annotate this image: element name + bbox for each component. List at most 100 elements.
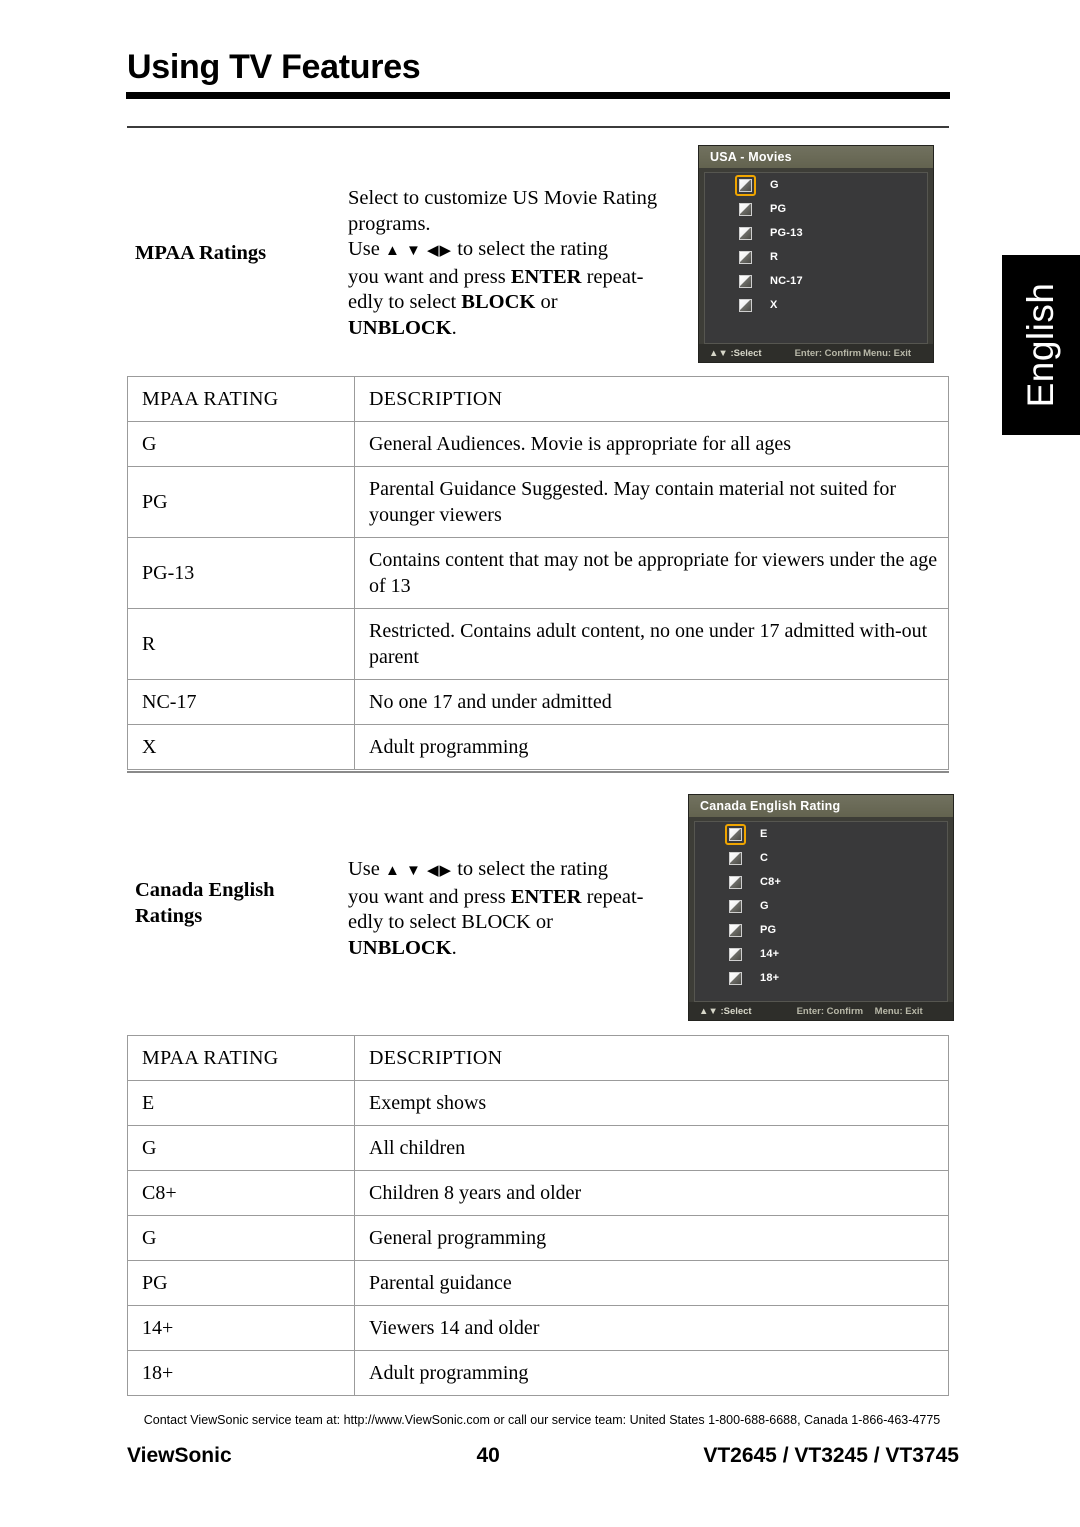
canada-unblock-keyword: UNBLOCK (348, 936, 452, 959)
table-row: R Restricted. Contains adult content, no… (127, 608, 949, 680)
language-tab-english: English (1002, 255, 1080, 435)
checkbox-icon[interactable] (739, 298, 752, 312)
arrow-left-icon: ◀ (426, 243, 440, 259)
table-header-description: DESCRIPTION (354, 376, 949, 422)
osd-item-g[interactable]: G (705, 173, 927, 197)
osd-item-label: G (760, 900, 769, 912)
checkbox-icon[interactable] (729, 851, 742, 865)
canada-label-line1: Canada English (135, 879, 275, 901)
checkbox-icon[interactable] (729, 899, 742, 913)
table-cell-description: Contains content that may not be appropr… (354, 537, 949, 609)
mpaa-unblock-keyword: UNBLOCK (348, 316, 452, 339)
checkbox-focus-ring (725, 823, 746, 845)
table-header-row: MPAA RATING DESCRIPTION (127, 376, 949, 422)
table-row: C8+ Children 8 years and older (127, 1170, 949, 1216)
mpaa-line4b: repeat- (581, 265, 644, 288)
table-row: X Adult programming (127, 724, 949, 770)
osd-canada-list: E C C8+ G PG 14+ 18+ (694, 821, 948, 1002)
osd-item-r[interactable]: R (705, 245, 927, 269)
checkbox-focus-ring (725, 848, 746, 869)
osd-item-nc-17[interactable]: NC-17 (705, 269, 927, 293)
arrow-left-icon: ◀ (426, 863, 440, 879)
table-row: PG Parental guidance (127, 1260, 949, 1306)
canada-after-arrows: to select the rating (457, 858, 609, 880)
checkbox-icon[interactable] (729, 923, 742, 937)
mpaa-period-1: . (451, 316, 457, 339)
osd-item-label: E (760, 828, 768, 840)
checkbox-icon[interactable] (729, 875, 742, 889)
osd-item-pg[interactable]: PG (695, 918, 947, 942)
table-cell-rating: PG-13 (127, 537, 355, 609)
osd-canada-footer: ▲▼ :Select Enter: Confirm Menu: Exit (689, 1002, 953, 1020)
osd-item-pg-13[interactable]: PG-13 (705, 221, 927, 245)
table-cell-rating: 18+ (127, 1350, 355, 1396)
osd-usa-movies-footer: ▲▼ :Select Enter: Confirm Menu: Exit (699, 344, 933, 362)
section-top-rule (127, 126, 949, 128)
table-row: G General programming (127, 1215, 949, 1261)
checkbox-icon[interactable] (739, 226, 752, 240)
checkbox-icon[interactable] (729, 947, 742, 961)
checkbox-focus-ring (735, 295, 756, 316)
canada-english-ratings-label: Canada English Ratings (135, 877, 325, 929)
canada-line3: edly to select BLOCK or (348, 911, 553, 933)
checkbox-focus-ring (725, 968, 746, 989)
osd-item-label: C (760, 852, 769, 864)
osd-canada-title: Canada English Rating (689, 795, 953, 817)
osd-item-18plus[interactable]: 18+ (695, 966, 947, 990)
table-header-description: DESCRIPTION (354, 1035, 949, 1081)
table-row: 18+ Adult programming (127, 1350, 949, 1396)
osd-item-x[interactable]: X (705, 293, 927, 317)
arrow-right-icon: ▶ (439, 243, 453, 259)
mpaa-ratings-description: Select to customize US Movie Rating prog… (348, 186, 693, 341)
arrow-up-icon: ▲ (385, 243, 401, 259)
table-cell-rating: PG (127, 1260, 355, 1306)
mpaa-line4a: you want and press (348, 265, 511, 288)
canada-enter-keyword: ENTER (510, 885, 582, 908)
osd-item-label: 18+ (760, 972, 780, 984)
osd-hint-exit: Menu: Exit (863, 347, 912, 359)
table-cell-description: No one 17 and under admitted (354, 679, 949, 725)
checkbox-icon[interactable] (729, 827, 742, 841)
section-divider-rule (127, 771, 949, 773)
checkbox-focus-ring (725, 944, 746, 965)
contact-info-line: Contact ViewSonic service team at: http:… (143, 1413, 941, 1427)
checkbox-icon[interactable] (739, 274, 752, 288)
osd-hint-select: ▲▼ :Select (709, 347, 762, 359)
osd-item-g[interactable]: G (695, 894, 947, 918)
osd-usa-movies: USA - Movies G PG PG-13 R NC-17 X ▲▼:Se… (698, 145, 934, 363)
table-header-rating: MPAA RATING (127, 376, 355, 422)
osd-item-14plus[interactable]: 14+ (695, 942, 947, 966)
osd-usa-movies-title: USA - Movies (699, 146, 933, 168)
osd-item-c8plus[interactable]: C8+ (695, 870, 947, 894)
mpaa-rating-table: MPAA RATING DESCRIPTION G General Audien… (127, 376, 949, 770)
osd-hint-exit: Menu: Exit (874, 1005, 923, 1017)
checkbox-icon[interactable] (739, 178, 752, 192)
canada-line2b: repeat- (581, 885, 644, 908)
mpaa-block-keyword: BLOCK (461, 291, 536, 313)
canada-line2a: you want and press (348, 885, 511, 908)
footer-page-number: 40 (476, 1444, 500, 1467)
footer-model-numbers: VT2645 / VT3245 / VT3745 (703, 1444, 959, 1467)
osd-item-label: G (770, 179, 779, 191)
table-cell-rating: G (127, 421, 355, 467)
footer-brand: ViewSonic (127, 1444, 232, 1467)
table-header-row: MPAA RATING DESCRIPTION (127, 1035, 949, 1081)
table-cell-description: General Audiences. Movie is appropriate … (354, 421, 949, 467)
osd-item-pg[interactable]: PG (705, 197, 927, 221)
mpaa-use-word: Use (348, 238, 380, 260)
canada-period: . (451, 936, 457, 959)
arrow-right-icon: ▶ (439, 863, 453, 879)
osd-item-c[interactable]: C (695, 846, 947, 870)
osd-item-e[interactable]: E (695, 822, 947, 846)
mpaa-desc-line1: Select to customize US Movie Rating (348, 187, 658, 209)
table-cell-rating: X (127, 724, 355, 770)
checkbox-icon[interactable] (739, 250, 752, 264)
checkbox-icon[interactable] (729, 971, 742, 985)
table-row: G All children (127, 1125, 949, 1171)
table-cell-description: General programming (354, 1215, 949, 1261)
page-footer: ViewSonic 40 VT2645 / VT3245 / VT3745 (127, 1444, 959, 1468)
language-tab-label: English (1020, 282, 1061, 408)
mpaa-line5b: or (535, 291, 558, 313)
checkbox-focus-ring (735, 247, 756, 268)
checkbox-icon[interactable] (739, 202, 752, 216)
